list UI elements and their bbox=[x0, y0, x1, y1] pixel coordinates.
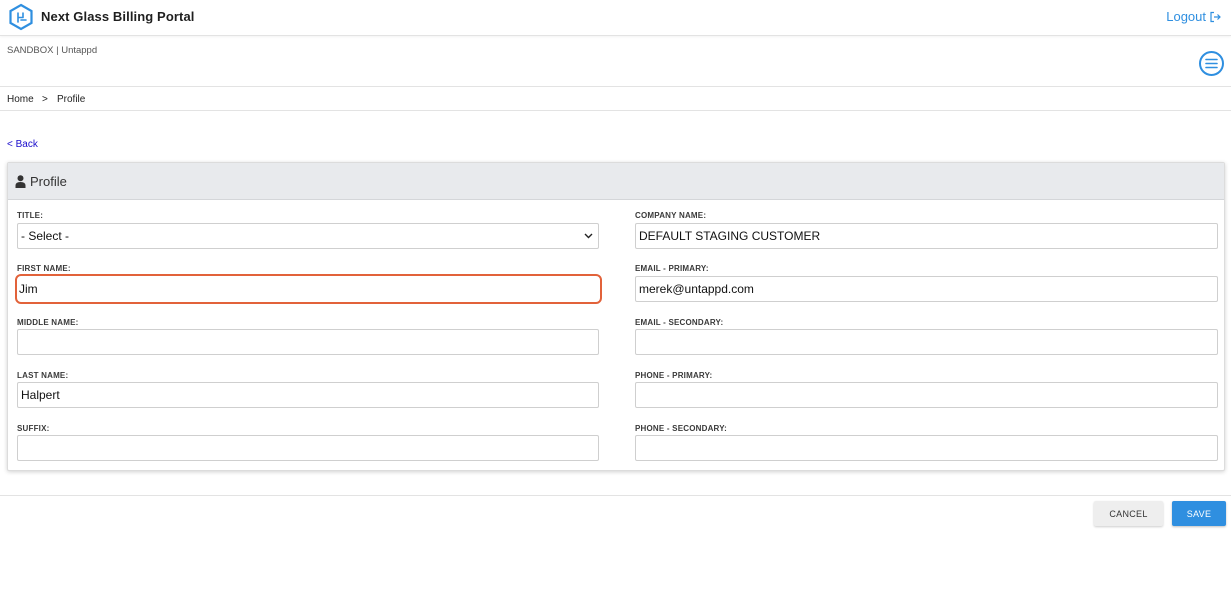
phone-secondary-field[interactable] bbox=[635, 435, 1218, 461]
panel-title: Profile bbox=[30, 174, 67, 189]
footer-divider bbox=[0, 495, 1231, 496]
company-name-field[interactable]: DEFAULT STAGING CUSTOMER bbox=[635, 223, 1218, 249]
title-select[interactable]: - Select - bbox=[17, 223, 599, 249]
email-secondary-label: EMAIL - SECONDARY: bbox=[635, 318, 724, 327]
logout-link[interactable]: Logout bbox=[1166, 9, 1221, 24]
last-name-value: Halpert bbox=[21, 388, 60, 402]
environment-label: SANDBOX | Untappd bbox=[7, 45, 98, 56]
menu-button[interactable] bbox=[1199, 51, 1224, 76]
phone-primary-label: PHONE - PRIMARY: bbox=[635, 371, 713, 380]
hexagon-logo-icon[interactable] bbox=[8, 3, 34, 31]
suffix-label: SUFFIX: bbox=[17, 424, 50, 433]
breadcrumb-current: Profile bbox=[57, 94, 86, 105]
hamburger-menu-icon bbox=[1205, 58, 1218, 69]
back-link[interactable]: < Back bbox=[7, 139, 38, 150]
middle-name-field[interactable] bbox=[17, 329, 599, 355]
last-name-field[interactable]: Halpert bbox=[17, 382, 599, 408]
phone-primary-field[interactable] bbox=[635, 382, 1218, 408]
panel-header: Profile bbox=[8, 163, 1224, 200]
breadcrumb-home[interactable]: Home bbox=[7, 94, 34, 105]
user-icon bbox=[15, 175, 26, 188]
logout-icon bbox=[1210, 11, 1221, 22]
profile-panel: Profile TITLE: - Select - FIRST NAME: Ji… bbox=[7, 162, 1225, 471]
middle-name-label: MIDDLE NAME: bbox=[17, 318, 79, 327]
suffix-field[interactable] bbox=[17, 435, 599, 461]
first-name-field[interactable]: Jim bbox=[15, 274, 602, 304]
email-primary-label: EMAIL - PRIMARY: bbox=[635, 264, 709, 273]
cancel-button[interactable]: CANCEL bbox=[1094, 501, 1163, 526]
email-secondary-field[interactable] bbox=[635, 329, 1218, 355]
title-label: TITLE: bbox=[17, 211, 44, 220]
breadcrumb: Home > Profile bbox=[0, 88, 1231, 111]
company-name-value: DEFAULT STAGING CUSTOMER bbox=[639, 229, 821, 243]
first-name-value: Jim bbox=[19, 282, 38, 296]
phone-secondary-label: PHONE - SECONDARY: bbox=[635, 424, 728, 433]
email-primary-field[interactable]: merek@untappd.com bbox=[635, 276, 1218, 302]
company-name-label: COMPANY NAME: bbox=[635, 211, 707, 220]
chevron-down-icon bbox=[584, 233, 593, 239]
logout-label: Logout bbox=[1166, 9, 1206, 24]
environment-bar: SANDBOX | Untappd bbox=[0, 37, 1231, 87]
breadcrumb-separator: > bbox=[42, 94, 48, 105]
app-title: Next Glass Billing Portal bbox=[41, 9, 195, 24]
save-button[interactable]: SAVE bbox=[1172, 501, 1226, 526]
title-select-value: - Select - bbox=[21, 229, 70, 243]
last-name-label: LAST NAME: bbox=[17, 371, 69, 380]
email-primary-value: merek@untappd.com bbox=[639, 282, 754, 296]
top-bar: Next Glass Billing Portal Logout bbox=[0, 0, 1231, 36]
first-name-label: FIRST NAME: bbox=[17, 264, 71, 273]
